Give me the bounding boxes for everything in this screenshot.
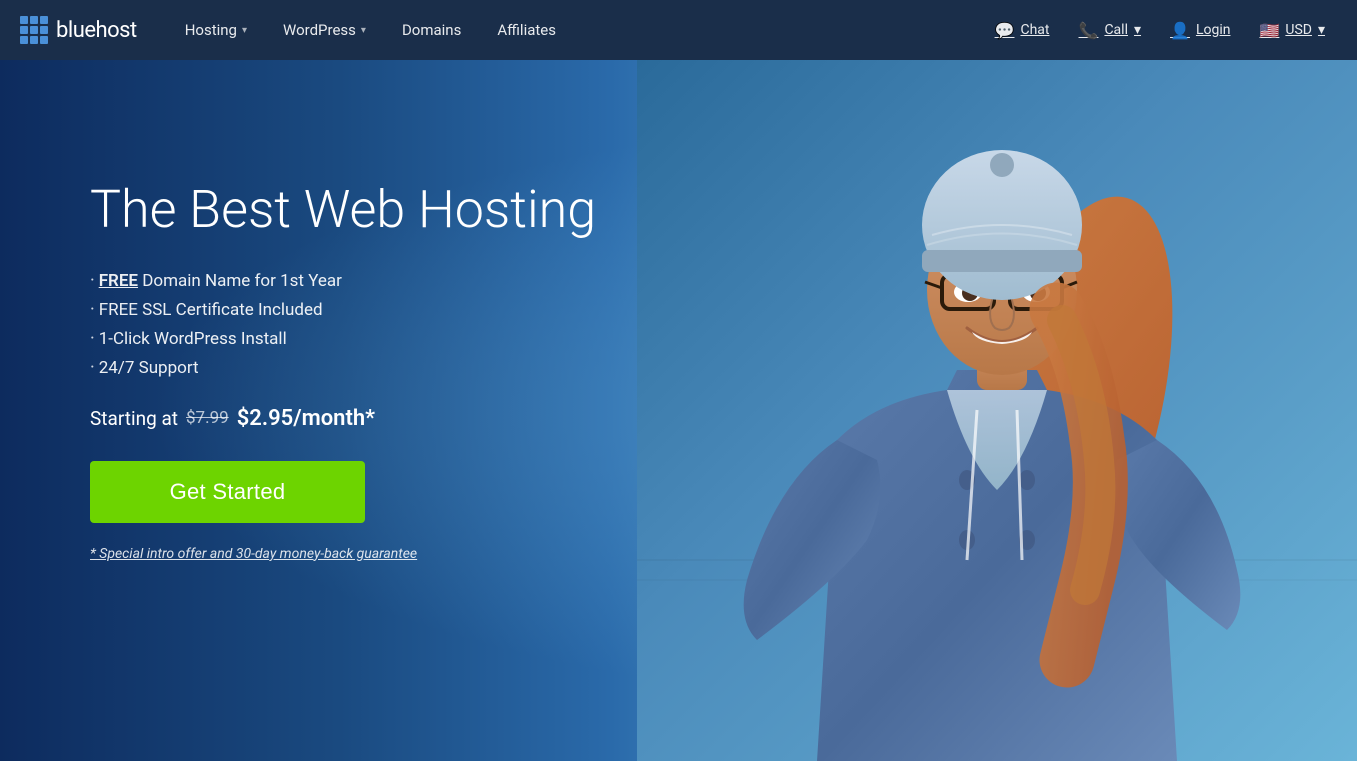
feature-item-1: · FREE Domain Name for 1st Year <box>90 270 596 291</box>
get-started-button[interactable]: Get Started <box>90 461 365 523</box>
nav-chat[interactable]: 💬 Chat <box>983 0 1062 60</box>
user-icon: 👤 <box>1170 21 1190 40</box>
nav-item-affiliates[interactable]: Affiliates <box>479 0 574 60</box>
feature-item-3: · 1-Click WordPress Install <box>90 328 596 349</box>
nav-call[interactable]: 📞 Call ▾ <box>1067 0 1154 60</box>
chevron-down-icon: ▾ <box>1318 22 1325 38</box>
hero-title: The Best Web Hosting <box>90 180 596 240</box>
hero-pricing: Starting at $7.99 $2.95/month* <box>90 406 596 431</box>
nav-login[interactable]: 👤 Login <box>1158 0 1242 60</box>
hero-note-link[interactable]: * Special intro offer and 30-day money-b… <box>90 546 417 562</box>
hero-section: The Best Web Hosting · FREE Domain Name … <box>0 60 1357 761</box>
price-new: $2.95/month* <box>237 406 375 431</box>
navbar: bluehost Hosting ▾ WordPress ▾ Domains A… <box>0 0 1357 60</box>
chevron-down-icon: ▾ <box>242 25 247 36</box>
hero-person-illustration <box>637 60 1357 761</box>
phone-icon: 📞 <box>1079 21 1099 40</box>
nav-item-wordpress[interactable]: WordPress ▾ <box>265 0 384 60</box>
nav-item-hosting[interactable]: Hosting ▾ <box>167 0 265 60</box>
flag-icon: 🇺🇸 <box>1259 21 1279 40</box>
nav-item-domains[interactable]: Domains <box>384 0 479 60</box>
nav-right: 💬 Chat 📞 Call ▾ 👤 Login 🇺🇸 USD ▾ <box>983 0 1337 60</box>
person-svg <box>637 60 1357 761</box>
brand-name: bluehost <box>56 18 137 43</box>
nav-currency[interactable]: 🇺🇸 USD ▾ <box>1247 0 1337 60</box>
chat-icon: 💬 <box>995 21 1015 40</box>
feature-item-2: · FREE SSL Certificate Included <box>90 299 596 320</box>
chevron-down-icon: ▾ <box>1134 22 1141 38</box>
price-old: $7.99 <box>186 408 229 428</box>
hero-features-list: · FREE Domain Name for 1st Year · FREE S… <box>90 270 596 378</box>
nav-links: Hosting ▾ WordPress ▾ Domains Affiliates <box>167 0 983 60</box>
feature-item-4: · 24/7 Support <box>90 357 596 378</box>
chevron-down-icon: ▾ <box>361 25 366 36</box>
brand-grid-icon <box>20 16 48 44</box>
hero-content: The Best Web Hosting · FREE Domain Name … <box>90 180 596 562</box>
brand-logo[interactable]: bluehost <box>20 16 137 44</box>
